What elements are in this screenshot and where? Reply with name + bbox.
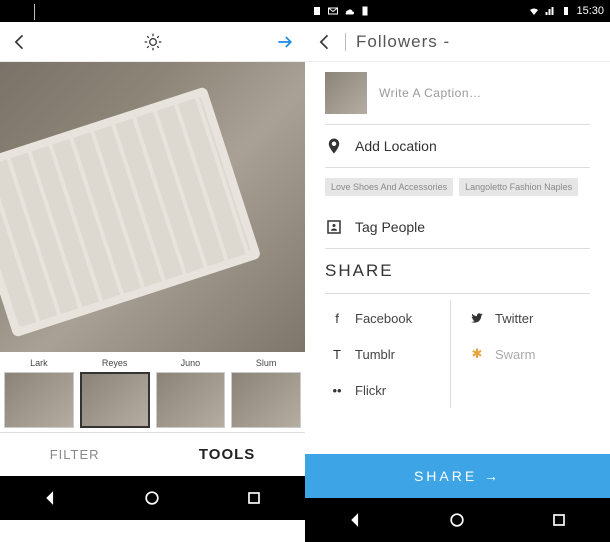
battery-icon bbox=[560, 5, 572, 17]
share-tumblr[interactable]: TTumblr bbox=[325, 336, 450, 372]
page-title: Followers - bbox=[356, 32, 450, 52]
filter-slum[interactable]: Slum bbox=[231, 358, 301, 428]
caption-thumbnail bbox=[325, 72, 367, 114]
cloud-icon bbox=[343, 5, 355, 17]
caption-input[interactable]: Write A Caption… bbox=[379, 86, 482, 100]
sd-icon bbox=[359, 5, 371, 17]
status-bar: 15:30 bbox=[305, 0, 610, 22]
tab-tools[interactable]: TOOLS bbox=[199, 446, 255, 463]
share-button[interactable]: SHARE → bbox=[305, 454, 610, 498]
share-twitter[interactable]: Twitter bbox=[465, 300, 590, 336]
facebook-icon: f bbox=[329, 310, 345, 326]
tab-filter[interactable]: FILTER bbox=[50, 447, 100, 462]
status-bar bbox=[0, 0, 305, 22]
mail-icon bbox=[327, 5, 339, 17]
tag-people-label: Tag People bbox=[355, 219, 425, 235]
share-options: fFacebook TTumblr ••Flickr Twitter ✱Swar… bbox=[325, 294, 590, 414]
photo-preview bbox=[0, 62, 305, 352]
person-icon bbox=[325, 218, 343, 236]
nav-home-icon[interactable] bbox=[142, 488, 162, 508]
share-flickr[interactable]: ••Flickr bbox=[325, 372, 450, 408]
caption-row[interactable]: Write A Caption… bbox=[325, 62, 590, 125]
filter-juno[interactable]: Juno bbox=[156, 358, 226, 428]
next-icon[interactable] bbox=[275, 32, 295, 52]
add-location-row[interactable]: Add Location bbox=[325, 125, 590, 168]
divider bbox=[34, 4, 35, 20]
editor-topbar bbox=[0, 22, 305, 62]
add-location-label: Add Location bbox=[355, 138, 437, 154]
wifi-icon bbox=[528, 5, 540, 17]
nav-back-icon[interactable] bbox=[41, 488, 61, 508]
nav-back-icon[interactable] bbox=[346, 510, 366, 530]
android-nav bbox=[305, 498, 610, 542]
nav-recent-icon[interactable] bbox=[549, 510, 569, 530]
nav-recent-icon[interactable] bbox=[244, 488, 264, 508]
tumblr-icon: T bbox=[329, 346, 345, 362]
nav-home-icon[interactable] bbox=[447, 510, 467, 530]
back-icon[interactable] bbox=[10, 32, 30, 52]
editor-screen: Lark Reyes Juno Slum FILTER TOOLS bbox=[0, 0, 305, 542]
share-heading: SHARE bbox=[325, 249, 590, 294]
filter-reyes[interactable]: Reyes bbox=[80, 358, 150, 428]
location-tag[interactable]: Langoletto Fashion Naples bbox=[459, 178, 578, 196]
divider bbox=[345, 33, 346, 51]
share-screen: 15:30 Followers - Write A Caption… Add L… bbox=[305, 0, 610, 542]
twitter-icon bbox=[469, 310, 485, 326]
filter-strip[interactable]: Lark Reyes Juno Slum bbox=[0, 352, 305, 432]
flickr-icon: •• bbox=[329, 382, 345, 398]
clock: 15:30 bbox=[576, 5, 604, 17]
back-icon[interactable] bbox=[315, 32, 335, 52]
editor-tabs: FILTER TOOLS bbox=[0, 432, 305, 476]
brightness-icon[interactable] bbox=[143, 32, 163, 52]
android-nav bbox=[0, 476, 305, 520]
location-icon bbox=[325, 137, 343, 155]
share-swarm[interactable]: ✱Swarm bbox=[465, 336, 590, 372]
swarm-icon: ✱ bbox=[469, 346, 485, 362]
location-tag[interactable]: Love Shoes And Accessories bbox=[325, 178, 453, 196]
tag-people-row[interactable]: Tag People bbox=[325, 206, 590, 249]
share-facebook[interactable]: fFacebook bbox=[325, 300, 450, 336]
notif-icon bbox=[311, 5, 323, 17]
share-content: Write A Caption… Add Location Love Shoes… bbox=[305, 62, 610, 454]
signal-icon bbox=[544, 5, 556, 17]
filter-lark[interactable]: Lark bbox=[4, 358, 74, 428]
location-suggestions: Love Shoes And Accessories Langoletto Fa… bbox=[325, 168, 590, 206]
share-topbar: Followers - bbox=[305, 22, 610, 62]
